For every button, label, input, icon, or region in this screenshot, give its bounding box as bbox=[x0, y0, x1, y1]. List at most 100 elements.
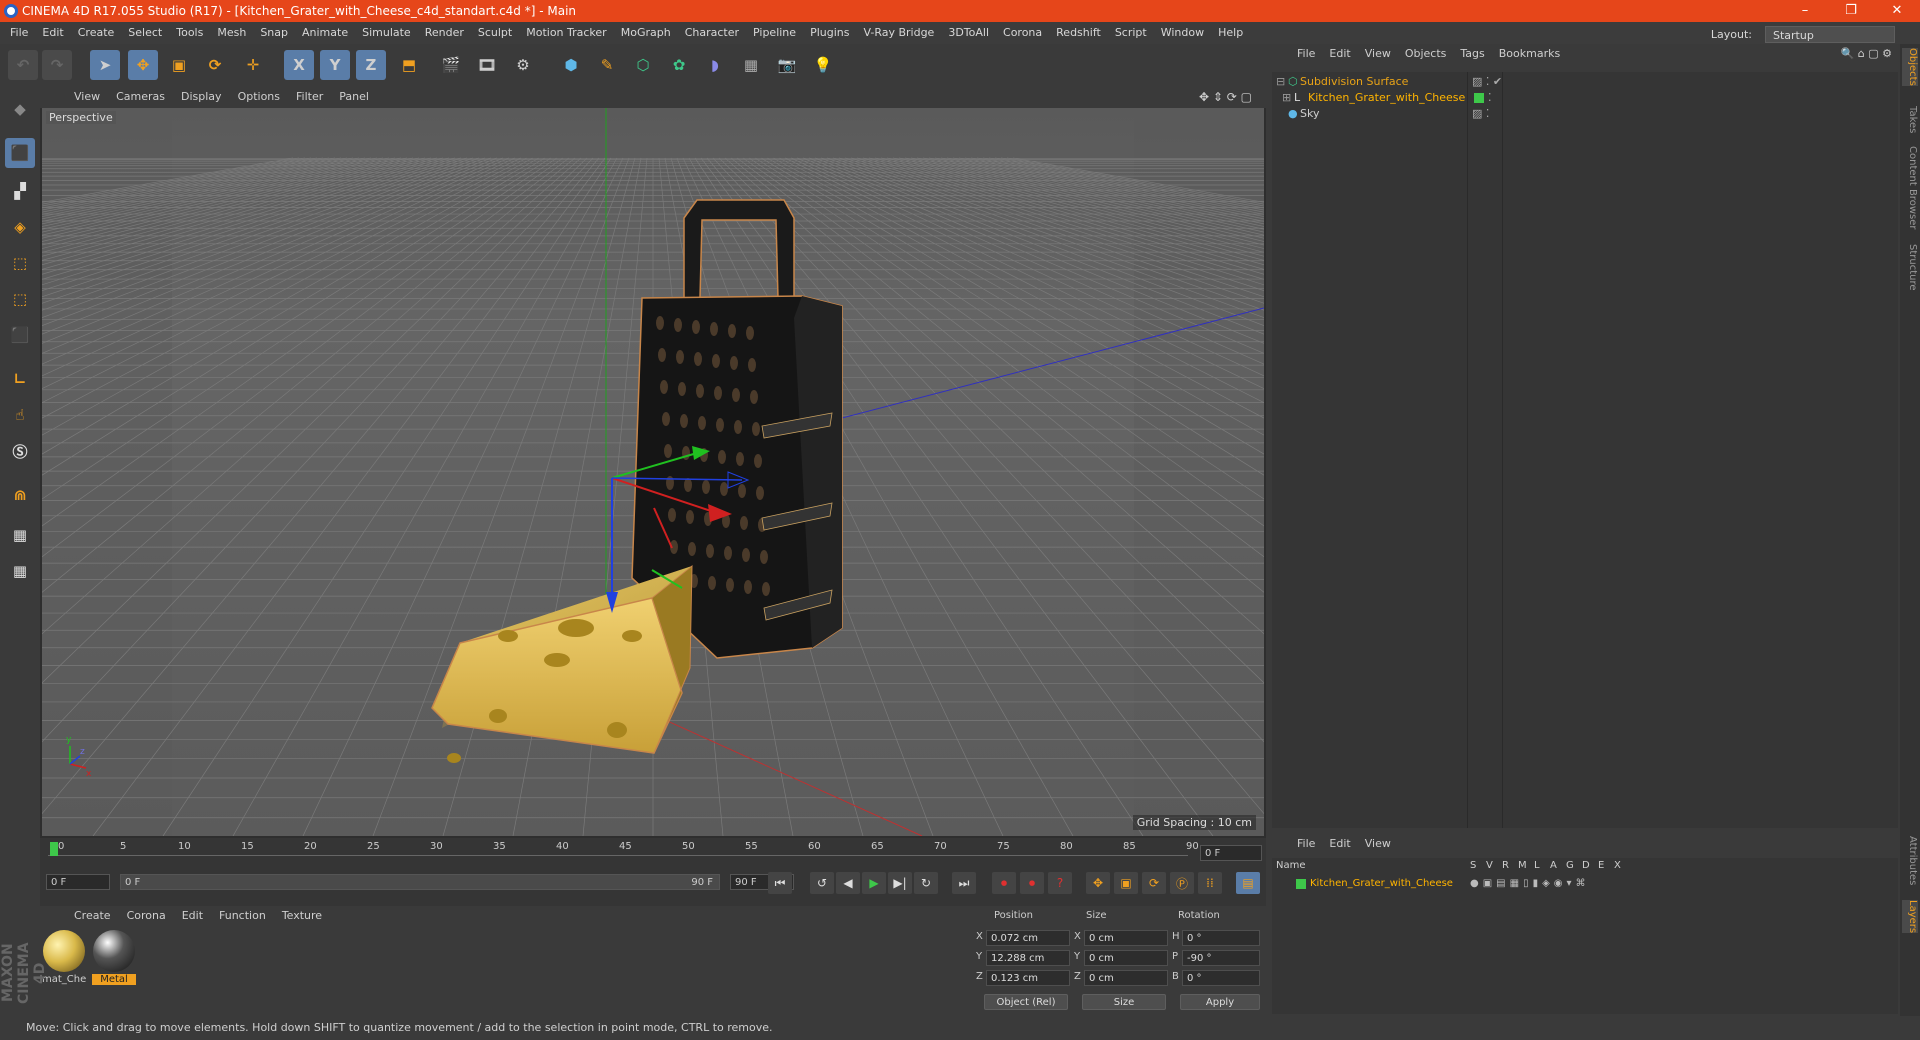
floor-scene-icon[interactable]: ▦ bbox=[736, 50, 766, 80]
coordinate-system-icon[interactable]: ⬒ bbox=[394, 50, 424, 80]
menu-corona[interactable]: Corona bbox=[996, 22, 1049, 44]
menu-help[interactable]: Help bbox=[1211, 22, 1250, 44]
om-search-icons[interactable]: 🔍 ⌂ ▢ ⚙ bbox=[1841, 44, 1892, 64]
keyframe-selection-icon[interactable]: ? bbox=[1048, 872, 1072, 894]
menu-plugins[interactable]: Plugins bbox=[803, 22, 856, 44]
visibility-toggle-icon[interactable]: ▨ ⁚ bbox=[1472, 106, 1489, 122]
layout-select[interactable]: Startup bbox=[1765, 26, 1895, 43]
viewport-nav-icons[interactable]: ✥ ⇕ ⟳ ▢ bbox=[1191, 86, 1260, 108]
menu-vray-bridge[interactable]: V-Ray Bridge bbox=[856, 22, 941, 44]
render-view-icon[interactable]: 🎬 bbox=[436, 50, 466, 80]
size-z-field[interactable]: 0 cm bbox=[1084, 970, 1168, 986]
viewport-menu-view[interactable]: View bbox=[66, 90, 108, 103]
workplane-mode-icon[interactable]: ◈ bbox=[5, 212, 35, 242]
menu-character[interactable]: Character bbox=[678, 22, 746, 44]
key-parameter-icon[interactable]: Ⓟ bbox=[1170, 872, 1194, 894]
timeline-ruler[interactable]: 0 5 10 15 20 25 30 35 40 45 50 55 60 65 … bbox=[48, 841, 1199, 859]
minimize-button[interactable]: – bbox=[1782, 0, 1828, 22]
menu-script[interactable]: Script bbox=[1108, 22, 1154, 44]
material-menu-edit[interactable]: Edit bbox=[174, 909, 211, 922]
layer-color-tag[interactable] bbox=[1474, 93, 1484, 103]
size-mode-select[interactable]: Size bbox=[1082, 994, 1166, 1010]
object-row-sky[interactable]: ● Sky ▨ ⁚ bbox=[1272, 106, 1898, 122]
go-to-start-icon[interactable]: ⏮ bbox=[768, 872, 792, 894]
viewport-camera-label[interactable]: Perspective bbox=[46, 111, 116, 124]
frame-range-slider[interactable]: 0 F 90 F bbox=[120, 874, 720, 890]
x-axis-lock-icon[interactable]: X bbox=[284, 50, 314, 80]
subdivision-generator-icon[interactable]: ⬡ bbox=[628, 50, 658, 80]
visibility-toggle-icon[interactable]: ▨ ⁚ ✔ bbox=[1472, 74, 1502, 90]
record-keys-icon[interactable]: ⏺ bbox=[992, 872, 1016, 894]
viewport-menu-display[interactable]: Display bbox=[173, 90, 230, 103]
om-menu-objects[interactable]: Objects bbox=[1398, 47, 1454, 60]
menu-file[interactable]: File bbox=[0, 22, 35, 44]
menu-select[interactable]: Select bbox=[121, 22, 169, 44]
edges-mode-icon[interactable]: ⬚ bbox=[5, 284, 35, 314]
tweak-mode-icon[interactable]: ☝ bbox=[5, 400, 35, 430]
rotation-p-field[interactable]: -90 ° bbox=[1182, 950, 1260, 966]
om-menu-view[interactable]: View bbox=[1358, 47, 1398, 60]
z-axis-lock-icon[interactable]: Z bbox=[356, 50, 386, 80]
menu-sculpt[interactable]: Sculpt bbox=[471, 22, 519, 44]
material-menu-texture[interactable]: Texture bbox=[274, 909, 330, 922]
points-mode-icon[interactable]: ⬚ bbox=[5, 248, 35, 278]
om-menu-tags[interactable]: Tags bbox=[1453, 47, 1491, 60]
tab-content-browser[interactable]: Content Browser bbox=[1902, 146, 1918, 229]
lock-workplane-icon[interactable]: ▦ bbox=[5, 520, 35, 550]
axis-mode-icon[interactable]: ∟ bbox=[5, 364, 35, 394]
tab-objects[interactable]: Objects bbox=[1902, 48, 1918, 86]
viewport-3d[interactable]: y z x Perspective Grid Spacing : 10 cm bbox=[42, 108, 1264, 836]
next-key-icon[interactable]: ↻ bbox=[914, 872, 938, 894]
menu-mesh[interactable]: Mesh bbox=[210, 22, 253, 44]
menu-pipeline[interactable]: Pipeline bbox=[746, 22, 803, 44]
material-swatch-cheese[interactable]: mat_Che bbox=[42, 930, 86, 985]
tab-structure[interactable]: Structure bbox=[1902, 244, 1918, 291]
prev-frame-icon[interactable]: ◀ bbox=[836, 872, 860, 894]
visibility-toggle-icon[interactable]: ⁚ bbox=[1488, 90, 1492, 106]
autokey-icon[interactable]: ⏺ bbox=[1020, 872, 1044, 894]
om-menu-edit[interactable]: Edit bbox=[1322, 47, 1357, 60]
key-position-icon[interactable]: ✥ bbox=[1086, 872, 1110, 894]
position-x-field[interactable]: 0.072 cm bbox=[986, 930, 1070, 946]
layer-menu-view[interactable]: View bbox=[1358, 837, 1398, 850]
close-button[interactable]: ✕ bbox=[1874, 0, 1920, 22]
key-rotation-icon[interactable]: ⟳ bbox=[1142, 872, 1166, 894]
layer-row[interactable]: Kitchen_Grater_with_Cheese ●▣▤▦▯▮◈◉▾⌘ bbox=[1272, 876, 1898, 892]
menu-edit[interactable]: Edit bbox=[35, 22, 70, 44]
material-swatch-metal[interactable]: Metal bbox=[92, 930, 136, 985]
layer-color-swatch[interactable] bbox=[1296, 879, 1306, 889]
menu-window[interactable]: Window bbox=[1154, 22, 1211, 44]
menu-3dtoall[interactable]: 3DToAll bbox=[941, 22, 996, 44]
viewport-menu-panel[interactable]: Panel bbox=[331, 90, 377, 103]
play-icon[interactable]: ▶ bbox=[862, 872, 886, 894]
go-to-end-icon[interactable]: ⏭ bbox=[952, 872, 976, 894]
texture-mode-icon[interactable]: ▞ bbox=[5, 176, 35, 206]
make-editable-icon[interactable]: ◆ bbox=[5, 94, 35, 124]
light-icon[interactable]: 💡 bbox=[808, 50, 838, 80]
timeline-window-icon[interactable]: ▤ bbox=[1236, 872, 1260, 894]
rotate-tool-icon[interactable]: ⟳ bbox=[200, 50, 230, 80]
model-mode-icon[interactable]: ⬛ bbox=[5, 138, 35, 168]
next-frame-icon[interactable]: ▶| bbox=[888, 872, 912, 894]
playhead-marker[interactable] bbox=[50, 842, 58, 856]
render-settings-icon[interactable]: ⚙ bbox=[508, 50, 538, 80]
menu-motion-tracker[interactable]: Motion Tracker bbox=[519, 22, 613, 44]
tab-attributes[interactable]: Attributes bbox=[1902, 836, 1918, 885]
polygons-mode-icon[interactable]: ⬛ bbox=[5, 320, 35, 350]
tab-takes[interactable]: Takes bbox=[1902, 106, 1918, 133]
rotation-h-field[interactable]: 0 ° bbox=[1182, 930, 1260, 946]
scale-tool-icon[interactable]: ▣ bbox=[164, 50, 194, 80]
start-frame-field[interactable]: 0 F bbox=[46, 874, 110, 890]
object-row-grater[interactable]: ⊞ L Kitchen_Grater_with_Cheese ⁚ bbox=[1272, 90, 1898, 106]
current-frame-field[interactable]: 0 F bbox=[1200, 845, 1262, 861]
key-pla-icon[interactable]: ⁞⁞ bbox=[1198, 872, 1222, 894]
position-z-field[interactable]: 0.123 cm bbox=[986, 970, 1070, 986]
layer-menu-file[interactable]: File bbox=[1290, 837, 1322, 850]
redo-icon[interactable]: ↷ bbox=[42, 50, 72, 80]
select-tool-icon[interactable]: ➤ bbox=[90, 50, 120, 80]
menu-create[interactable]: Create bbox=[71, 22, 122, 44]
position-y-field[interactable]: 12.288 cm bbox=[986, 950, 1070, 966]
menu-tools[interactable]: Tools bbox=[169, 22, 210, 44]
apply-button[interactable]: Apply bbox=[1180, 994, 1260, 1010]
size-y-field[interactable]: 0 cm bbox=[1084, 950, 1168, 966]
